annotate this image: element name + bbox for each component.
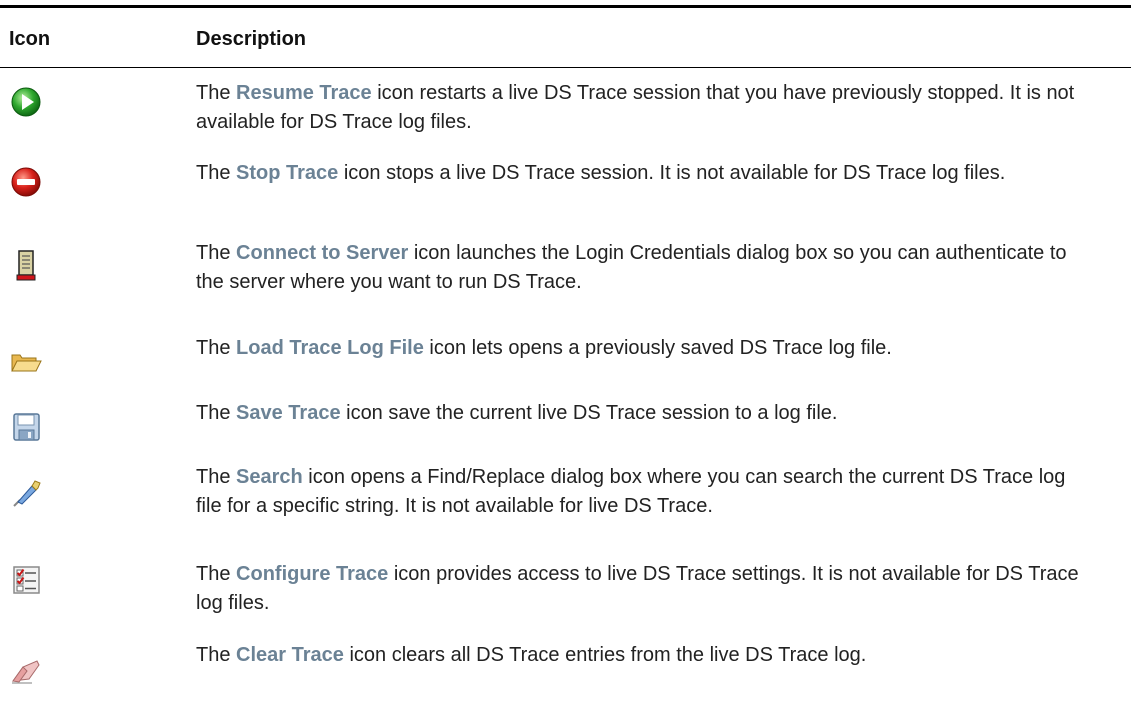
row-text: icon stops a live DS Trace session. It i… — [338, 162, 1006, 184]
row-prefix: The — [196, 242, 237, 264]
row-term: Clear Trace — [236, 644, 344, 666]
row-description: The Save Trace icon save the current liv… — [196, 399, 1096, 428]
save-trace-icon — [8, 409, 44, 445]
resume-trace-icon — [8, 84, 44, 120]
column-header-icon: Icon — [9, 28, 51, 50]
row-description: The Clear Trace icon clears all DS Trace… — [196, 641, 1096, 670]
row-text: icon lets opens a previously saved DS Tr… — [423, 337, 892, 359]
row-description: The Resume Trace icon restarts a live DS… — [196, 79, 1096, 137]
row-prefix: The — [196, 563, 237, 585]
column-header-description: Description — [196, 28, 307, 50]
row-term: Search — [236, 466, 303, 488]
row-prefix: The — [196, 402, 237, 424]
row-term: Configure Trace — [236, 563, 389, 585]
row-term: Connect to Server — [236, 242, 409, 264]
row-term: Stop Trace — [236, 162, 339, 184]
row-term: Resume Trace — [236, 82, 372, 104]
clear-trace-icon — [8, 651, 44, 687]
connect-to-server-icon — [8, 247, 44, 283]
row-description: The Stop Trace icon stops a live DS Trac… — [196, 159, 1096, 188]
stop-trace-icon — [8, 164, 44, 200]
row-prefix: The — [196, 337, 237, 359]
row-text: icon opens a Find/Replace dialog box whe… — [196, 466, 1066, 517]
row-prefix: The — [196, 644, 237, 666]
row-prefix: The — [196, 466, 237, 488]
row-description: The Search icon opens a Find/Replace dia… — [196, 463, 1096, 521]
row-term: Load Trace Log File — [236, 337, 424, 359]
row-prefix: The — [196, 162, 237, 184]
row-term: Save Trace — [236, 402, 341, 424]
row-description: The Load Trace Log File icon lets opens … — [196, 334, 1096, 363]
row-text: icon clears all DS Trace entries from th… — [343, 644, 867, 666]
row-description: The Configure Trace icon provides access… — [196, 560, 1096, 618]
row-prefix: The — [196, 82, 237, 104]
row-description: The Connect to Server icon launches the … — [196, 239, 1096, 297]
search-icon — [8, 475, 44, 511]
row-text: icon save the current live DS Trace sess… — [340, 402, 838, 424]
load-trace-log-file-icon — [8, 344, 44, 380]
table-header-rule — [0, 67, 1131, 68]
configure-trace-icon — [8, 562, 44, 598]
table-top-rule — [0, 5, 1131, 8]
